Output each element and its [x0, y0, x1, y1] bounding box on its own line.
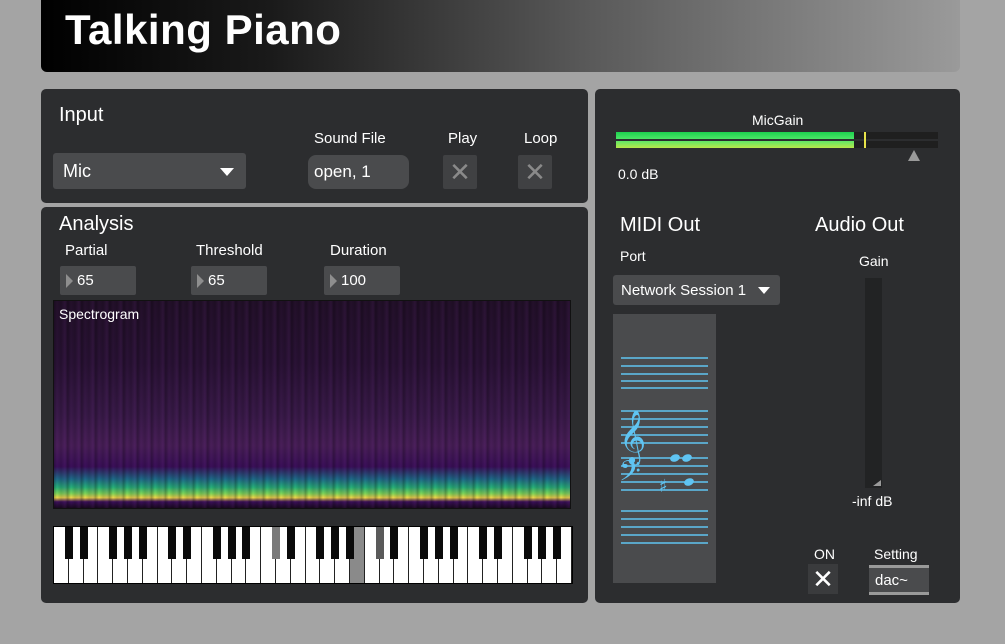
chevron-down-icon [220, 168, 234, 176]
spectrogram-image [54, 301, 570, 508]
piano-black-key[interactable] [331, 527, 340, 559]
output-panel: MicGain 0.0 dB MIDI Out Port Network Ses… [595, 89, 960, 603]
audio-out-heading: Audio Out [815, 214, 904, 236]
piano-black-key[interactable] [227, 527, 236, 559]
audio-on-toggle[interactable]: ✕ [808, 564, 838, 594]
dac-setting-message[interactable]: dac~ [869, 565, 929, 595]
sound-file-open-message[interactable]: open, 1 [308, 155, 409, 189]
partial-number-box[interactable]: 65 [60, 266, 136, 295]
midi-out-heading: MIDI Out [620, 214, 701, 236]
mic-gain-meter[interactable] [616, 132, 938, 148]
play-label: Play [448, 130, 478, 147]
piano-black-key[interactable] [286, 527, 295, 559]
spectrogram-label: Spectrogram [59, 306, 140, 322]
input-source-value: Mic [63, 160, 91, 181]
piano-black-key[interactable] [449, 527, 458, 559]
piano-black-key[interactable] [242, 527, 251, 559]
piano-black-key[interactable] [346, 527, 354, 559]
input-panel: Input Mic Sound File open, 1 Play ✕ Loop… [41, 89, 588, 203]
piano-black-key[interactable] [64, 527, 73, 559]
piano-black-key[interactable] [390, 527, 399, 559]
sound-file-label: Sound File [314, 130, 386, 147]
loop-toggle[interactable]: ✕ [518, 155, 552, 189]
piano-black-key[interactable] [183, 527, 192, 559]
port-label: Port [620, 248, 646, 264]
piano-black-key[interactable] [420, 527, 428, 559]
triangle-right-icon [66, 273, 73, 288]
gain-slider-handle[interactable] [873, 480, 881, 486]
analysis-heading: Analysis [59, 213, 134, 235]
triangle-right-icon [330, 273, 337, 288]
duration-value: 100 [341, 272, 367, 289]
piano-black-key[interactable] [168, 527, 177, 559]
analysis-panel: Analysis Partial 65 Threshold 65 Duratio… [41, 207, 588, 603]
piano-keyboard[interactable] [53, 526, 573, 584]
piano-black-key[interactable] [375, 527, 384, 559]
piano-black-key[interactable] [124, 527, 132, 559]
title-bar: Talking Piano [41, 0, 960, 72]
piano-black-key[interactable] [212, 527, 221, 559]
piano-black-key[interactable] [138, 527, 147, 559]
midi-port-value: Network Session 1 [621, 281, 747, 299]
loop-label: Loop [524, 130, 558, 147]
mic-gain-label: MicGain [752, 112, 804, 128]
duration-label: Duration [330, 242, 387, 259]
partial-label: Partial [65, 242, 108, 259]
x-icon: ✕ [812, 563, 834, 594]
piano-black-key[interactable] [79, 527, 88, 559]
mic-gain-slider-handle[interactable] [908, 150, 920, 161]
output-gain-slider[interactable] [865, 278, 882, 488]
dac-setting-value: dac~ [875, 571, 908, 589]
piano-black-key[interactable] [109, 527, 118, 559]
app-title: Talking Piano [65, 6, 342, 53]
piano-black-key[interactable] [434, 527, 443, 559]
duration-number-box[interactable]: 100 [324, 266, 400, 295]
partial-value: 65 [77, 272, 94, 289]
piano-black-key[interactable] [523, 527, 532, 559]
sound-file-value: open, 1 [314, 162, 371, 181]
threshold-label: Threshold [196, 242, 263, 259]
x-icon: ✕ [449, 157, 471, 187]
bass-clef-icon: 𝄢 [619, 455, 641, 495]
gain-label: Gain [859, 253, 889, 269]
setting-label: Setting [874, 546, 918, 562]
music-staff: 𝄞 𝄢 ♯ [613, 314, 716, 583]
piano-black-key[interactable] [494, 527, 502, 559]
spectrogram: Spectrogram [53, 300, 571, 509]
mic-gain-peak-marker [864, 132, 866, 148]
gain-readout: -inf dB [852, 493, 893, 509]
x-icon: ✕ [524, 157, 546, 187]
piano-black-key[interactable] [538, 527, 547, 559]
staff-notation: 𝄞 𝄢 ♯ [619, 357, 708, 544]
piano-black-key[interactable] [316, 527, 325, 559]
sharp-icon: ♯ [659, 476, 668, 497]
piano-black-key[interactable] [479, 527, 488, 559]
input-heading: Input [59, 104, 104, 126]
threshold-number-box[interactable]: 65 [191, 266, 267, 295]
play-toggle[interactable]: ✕ [443, 155, 477, 189]
on-label: ON [814, 546, 835, 562]
chevron-down-icon [758, 287, 770, 294]
piano-black-key[interactable] [272, 527, 280, 559]
meter-divider [616, 139, 938, 141]
input-source-dropdown[interactable]: Mic [53, 153, 246, 189]
midi-port-dropdown[interactable]: Network Session 1 [613, 275, 780, 305]
mic-gain-readout: 0.0 dB [618, 166, 659, 182]
piano-black-key[interactable] [553, 527, 562, 559]
threshold-value: 65 [208, 272, 225, 289]
triangle-right-icon [197, 273, 204, 288]
